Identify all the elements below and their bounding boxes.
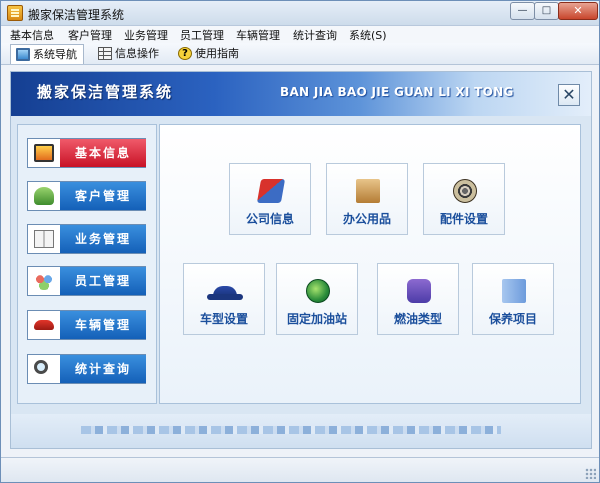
- tile-label: 燃油类型: [393, 312, 442, 326]
- tile-label: 公司信息: [245, 212, 294, 226]
- status-bar: [1, 457, 599, 482]
- people-icon: [34, 272, 54, 290]
- folder-icon: [256, 179, 286, 203]
- app-icon: [7, 5, 23, 21]
- nav-statistics[interactable]: 统计查询: [27, 354, 146, 384]
- toolbar-tabs: 系统导航 信息操作 ? 使用指南: [1, 43, 599, 65]
- search-icon: [34, 360, 48, 374]
- car-icon: [207, 286, 243, 300]
- app-window: 搬家保洁管理系统 — □ ✕ 基本信息 客户管理 业务管理 员工管理 车辆管理 …: [0, 0, 600, 483]
- tab-label: 系统导航: [33, 48, 77, 61]
- user-icon: [34, 187, 54, 205]
- tile-maintenance-items[interactable]: 保养项目: [472, 263, 554, 335]
- close-button[interactable]: ✕: [558, 2, 598, 20]
- car-icon: [34, 320, 54, 330]
- book-icon: [34, 230, 54, 248]
- fuel-icon: [407, 279, 431, 303]
- banner-pinyin: BAN JIA BAO JIE GUAN LI XI TONG: [280, 85, 514, 99]
- nav-label: 客户管理: [60, 182, 146, 210]
- tab-label: 使用指南: [195, 47, 239, 60]
- globe-icon: [306, 279, 330, 303]
- tile-label: 车型设置: [199, 312, 248, 326]
- tab-info-ops[interactable]: 信息操作: [93, 44, 165, 64]
- help-icon: ?: [178, 47, 192, 60]
- box-icon: [502, 279, 526, 303]
- nav-business[interactable]: 业务管理: [27, 224, 146, 254]
- tile-parts-settings[interactable]: 配件设置: [423, 163, 505, 235]
- function-tiles-panel: 公司信息 办公用品 配件设置 车型设置 固定加油站 燃油类型 保养项目: [159, 124, 581, 404]
- menu-customer[interactable]: 客户管理: [68, 27, 112, 43]
- tile-vehicle-type[interactable]: 车型设置: [183, 263, 265, 335]
- menu-statistics[interactable]: 统计查询: [293, 27, 337, 43]
- menu-bar: 基本信息 客户管理 业务管理 员工管理 车辆管理 统计查询 系统(S): [1, 26, 599, 43]
- tile-company-info[interactable]: 公司信息: [229, 163, 311, 235]
- left-nav-panel: 基本信息 客户管理 业务管理 员工管理 车辆管理 统计查询: [17, 124, 157, 404]
- tile-label: 办公用品: [342, 212, 391, 226]
- film-reel-icon: [453, 179, 477, 203]
- banner-title: 搬家保洁管理系统: [37, 83, 174, 101]
- maximize-button[interactable]: □: [534, 2, 559, 20]
- decorative-bar: [81, 426, 501, 434]
- menu-system[interactable]: 系统(S): [349, 27, 387, 43]
- tile-label: 保养项目: [488, 312, 537, 326]
- nav-basic-info[interactable]: 基本信息: [27, 138, 146, 168]
- nav-label: 车辆管理: [60, 311, 146, 339]
- banner: 搬家保洁管理系统 BAN JIA BAO JIE GUAN LI XI TONG…: [11, 72, 591, 116]
- tab-system-nav[interactable]: 系统导航: [10, 44, 84, 64]
- nav-customer[interactable]: 客户管理: [27, 181, 146, 211]
- menu-staff[interactable]: 员工管理: [180, 27, 224, 43]
- office-supplies-icon: [356, 179, 380, 203]
- banner-close-button[interactable]: ✕: [558, 84, 580, 106]
- menu-business[interactable]: 业务管理: [124, 27, 168, 43]
- decorative-strip: [11, 414, 591, 448]
- nav-label: 业务管理: [60, 225, 146, 253]
- minimize-button[interactable]: —: [510, 2, 535, 20]
- tile-gas-station[interactable]: 固定加油站: [276, 263, 358, 335]
- nav-staff[interactable]: 员工管理: [27, 266, 146, 296]
- tab-label: 信息操作: [115, 47, 159, 60]
- tile-label: 配件设置: [439, 212, 488, 226]
- menu-basic-info[interactable]: 基本信息: [10, 27, 54, 43]
- main-content: 搬家保洁管理系统 BAN JIA BAO JIE GUAN LI XI TONG…: [10, 71, 592, 449]
- nav-label: 统计查询: [60, 355, 146, 383]
- title-bar: 搬家保洁管理系统 — □ ✕: [1, 1, 599, 26]
- monitor-icon: [16, 48, 30, 61]
- window-title: 搬家保洁管理系统: [28, 8, 125, 22]
- menu-vehicle[interactable]: 车辆管理: [236, 27, 280, 43]
- tile-label: 固定加油站: [286, 312, 347, 326]
- tile-office-supplies[interactable]: 办公用品: [326, 163, 408, 235]
- resize-grip-icon[interactable]: [585, 468, 596, 479]
- grid-icon: [98, 47, 112, 60]
- nav-label: 基本信息: [60, 139, 146, 167]
- nav-label: 员工管理: [60, 267, 146, 295]
- nav-vehicle[interactable]: 车辆管理: [27, 310, 146, 340]
- tile-fuel-type[interactable]: 燃油类型: [377, 263, 459, 335]
- monitor-icon: [34, 144, 54, 162]
- tab-user-guide[interactable]: ? 使用指南: [173, 44, 245, 64]
